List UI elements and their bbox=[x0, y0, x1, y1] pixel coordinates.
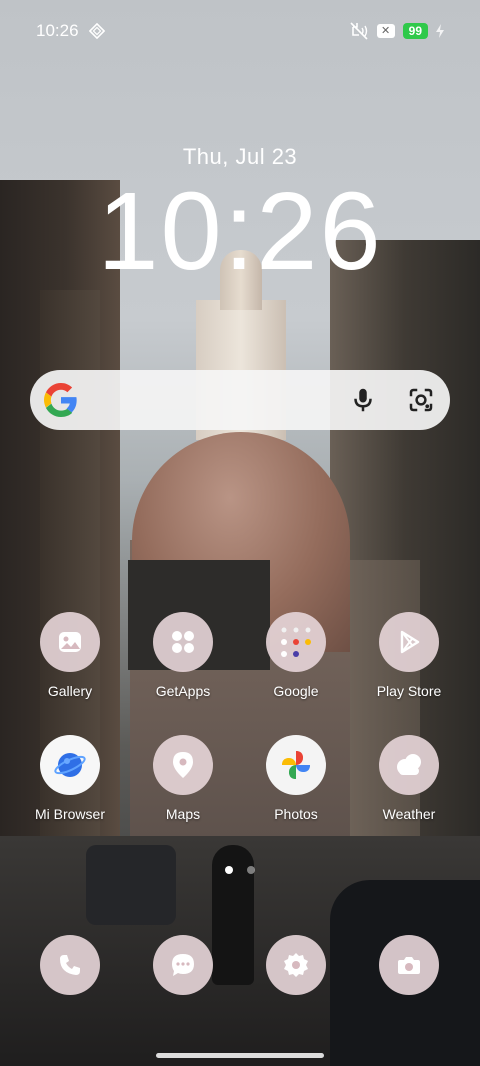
page-dot[interactable] bbox=[247, 866, 255, 874]
mi-browser-icon[interactable] bbox=[40, 735, 100, 795]
battery-level: 99 bbox=[402, 23, 428, 39]
app-photos[interactable]: Photos bbox=[246, 735, 346, 822]
app-gallery[interactable]: Gallery bbox=[20, 612, 120, 699]
getapps-icon[interactable] bbox=[153, 612, 213, 672]
dock-phone[interactable] bbox=[20, 935, 120, 995]
app-label: Google bbox=[273, 683, 319, 699]
google-g-icon bbox=[44, 383, 77, 417]
status-time: 10:26 bbox=[36, 21, 79, 40]
camera-icon[interactable] bbox=[379, 935, 439, 995]
status-icons: ✕ 99 bbox=[349, 22, 444, 40]
app-label: Photos bbox=[274, 806, 318, 822]
app-maps[interactable]: Maps bbox=[133, 735, 233, 822]
dock-camera[interactable] bbox=[359, 935, 459, 995]
messages-icon[interactable] bbox=[153, 935, 213, 995]
photos-icon[interactable] bbox=[266, 735, 326, 795]
microphone-icon[interactable] bbox=[348, 385, 378, 415]
app-label: Mi Browser bbox=[34, 806, 105, 822]
play-store-icon[interactable] bbox=[379, 612, 439, 672]
dock-settings[interactable] bbox=[246, 935, 346, 995]
app-play-store[interactable]: Play Store bbox=[359, 612, 459, 699]
phone-icon[interactable] bbox=[40, 935, 100, 995]
app-weather[interactable]: Weather bbox=[359, 735, 459, 822]
google-search-bar[interactable] bbox=[30, 370, 450, 430]
app-getapps[interactable]: GetApps bbox=[133, 612, 233, 699]
app-mi-browser[interactable]: Mi Browser bbox=[20, 735, 120, 822]
google-lens-icon[interactable] bbox=[406, 385, 436, 415]
vibrate-off-icon bbox=[350, 22, 368, 40]
weather-icon[interactable] bbox=[379, 735, 439, 795]
app-label: Weather bbox=[382, 806, 436, 822]
page-dot-active[interactable] bbox=[225, 866, 233, 874]
app-label: Gallery bbox=[47, 683, 93, 699]
app-label: Maps bbox=[165, 806, 201, 822]
charging-icon bbox=[436, 24, 444, 38]
maps-icon[interactable] bbox=[153, 735, 213, 795]
page-indicator[interactable] bbox=[0, 866, 480, 874]
gallery-icon[interactable] bbox=[40, 612, 100, 672]
app-google-folder[interactable]: Google bbox=[246, 612, 346, 699]
data-saver-icon bbox=[88, 23, 105, 39]
clock-time[interactable]: 10:26 bbox=[0, 172, 480, 292]
dock-messages[interactable] bbox=[133, 935, 233, 995]
settings-icon[interactable] bbox=[266, 935, 326, 995]
date-label[interactable]: Thu, Jul 23 bbox=[0, 144, 480, 170]
home-gesture-bar[interactable] bbox=[156, 1053, 324, 1058]
x-badge-icon: ✕ bbox=[376, 24, 395, 38]
app-label: Play Store bbox=[376, 683, 442, 699]
status-bar[interactable]: 10:26 ✕ 99 bbox=[0, 0, 480, 62]
wallpaper-car-left bbox=[86, 845, 176, 925]
app-label: GetApps bbox=[155, 683, 211, 699]
google-folder-icon[interactable] bbox=[266, 612, 326, 672]
